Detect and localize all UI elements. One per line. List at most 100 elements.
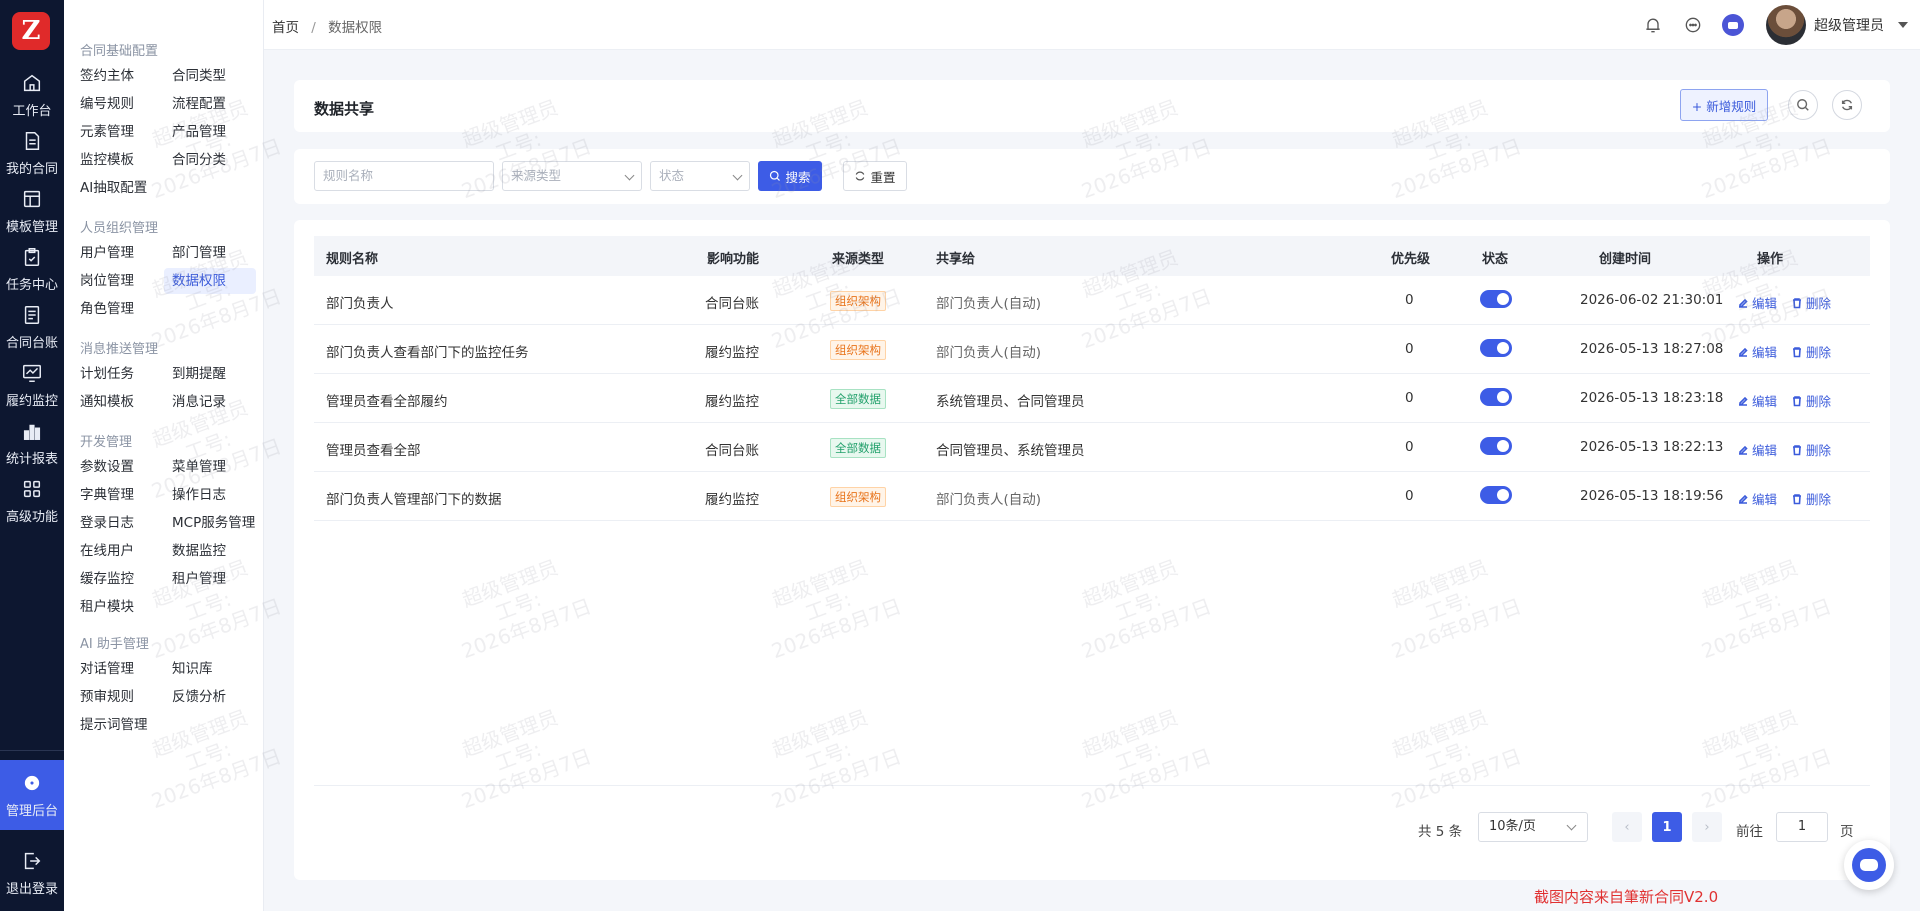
grid-icon — [23, 480, 41, 497]
chevron-down-icon — [624, 170, 635, 181]
trash-icon — [1793, 444, 1801, 455]
ledger-icon — [24, 305, 40, 324]
rail-item-templates[interactable]: 模板管理 — [0, 178, 64, 244]
avatar[interactable] — [1766, 5, 1806, 45]
rail-item-logout[interactable]: 退出登录 — [0, 840, 64, 906]
source-type-select[interactable]: 来源类型 — [502, 161, 642, 191]
search-button[interactable]: 搜索 — [758, 161, 822, 191]
delete-button[interactable]: 删除 — [1791, 440, 1831, 459]
reset-button[interactable]: 重置 — [843, 161, 907, 191]
chevron-down-icon[interactable] — [1898, 22, 1908, 28]
status-toggle[interactable] — [1480, 388, 1512, 406]
menu-item-login-log[interactable]: 登录日志 — [80, 510, 134, 536]
edit-button[interactable]: 编辑 — [1737, 293, 1777, 312]
app-logo[interactable]: Z — [12, 12, 50, 50]
status-select[interactable]: 状态 — [650, 161, 750, 191]
menu-item-tenant-mgmt[interactable]: 租户管理 — [172, 566, 226, 592]
menu-item-post-mgmt[interactable]: 岗位管理 — [80, 268, 134, 294]
source-tag: 组织架构 — [830, 291, 886, 311]
rail-item-workbench[interactable]: 工作台 — [0, 62, 64, 128]
chevron-down-icon — [1566, 820, 1577, 831]
user-name[interactable]: 超级管理员 — [1814, 15, 1884, 35]
table-row: 部门负责人管理部门下的数据 履约监控 组织架构 部门负责人(自动) 0 2026… — [314, 472, 1870, 521]
menu-item-contract-type[interactable]: 合同类型 — [172, 63, 226, 89]
menu-item-mcp-service[interactable]: MCP服务管理 — [172, 510, 255, 536]
menu-item-dict-mgmt[interactable]: 字典管理 — [80, 482, 134, 508]
add-rule-button[interactable]: + 新增规则 — [1680, 89, 1768, 121]
menu-item-prompt-mgmt[interactable]: 提示词管理 — [80, 712, 148, 738]
refresh-button[interactable] — [1832, 90, 1862, 120]
share-cell: 系统管理员、合同管理员 — [936, 394, 1085, 410]
breadcrumb-home[interactable]: 首页 — [272, 20, 299, 36]
status-toggle[interactable] — [1480, 437, 1512, 455]
menu-item-ai-extract-config[interactable]: AI抽取配置 — [80, 175, 147, 201]
menu-item-user-mgmt[interactable]: 用户管理 — [80, 240, 134, 266]
rail-item-ledger[interactable]: 合同台账 — [0, 294, 64, 360]
delete-button[interactable]: 删除 — [1791, 391, 1831, 410]
settings-submenu: 合同基础配置 签约主体 合同类型 编号规则 流程配置 元素管理 产品管理 监控模… — [64, 0, 264, 911]
message-button[interactable] — [1682, 14, 1704, 36]
menu-item-online-users[interactable]: 在线用户 — [80, 538, 134, 564]
notification-button[interactable] — [1642, 14, 1664, 36]
rail-item-performance-monitor[interactable]: 履约监控 — [0, 352, 64, 418]
priority-cell: 0 — [1405, 292, 1414, 308]
filter-card: 规则名称 来源类型 状态 搜索 重置 — [294, 149, 1890, 204]
status-placeholder: 状态 — [659, 168, 685, 183]
prev-page-button[interactable]: ‹ — [1612, 812, 1642, 842]
rule-name-cell: 部门负责人查看部门下的监控任务 — [326, 345, 529, 361]
top-actions: 超级管理员 — [1642, 0, 1920, 50]
bar-chart-icon — [23, 424, 41, 440]
delete-button[interactable]: 删除 — [1791, 342, 1831, 361]
page-size-select[interactable]: 10条/页 — [1478, 812, 1588, 842]
menu-item-cache-monitor[interactable]: 缓存监控 — [80, 566, 134, 592]
menu-item-data-permission[interactable]: 数据权限 — [164, 268, 256, 294]
delete-button[interactable]: 删除 — [1791, 293, 1831, 312]
menu-item-dept-mgmt[interactable]: 部门管理 — [172, 240, 226, 266]
breadcrumb-current: 数据权限 — [328, 20, 383, 36]
delete-button[interactable]: 删除 — [1791, 489, 1831, 508]
ai-assistant-button[interactable] — [1722, 14, 1744, 36]
rail-item-reports[interactable]: 统计报表 — [0, 410, 64, 476]
rail-item-my-contracts[interactable]: 我的合同 — [0, 120, 64, 186]
priority-cell: 0 — [1405, 439, 1414, 455]
menu-item-operation-log[interactable]: 操作日志 — [172, 482, 226, 508]
menu-item-role-mgmt[interactable]: 角色管理 — [80, 296, 134, 322]
status-toggle[interactable] — [1480, 290, 1512, 308]
menu-item-message-record[interactable]: 消息记录 — [172, 389, 226, 415]
menu-item-signing-entity[interactable]: 签约主体 — [80, 63, 134, 89]
menu-item-dialog-mgmt[interactable]: 对话管理 — [80, 656, 134, 682]
status-toggle[interactable] — [1480, 339, 1512, 357]
toggle-search-button[interactable] — [1788, 90, 1818, 120]
menu-item-product-mgmt[interactable]: 产品管理 — [172, 119, 226, 145]
edit-button[interactable]: 编辑 — [1737, 489, 1777, 508]
menu-item-notify-template[interactable]: 通知模板 — [80, 389, 134, 415]
goto-page-input[interactable]: 1 — [1776, 812, 1828, 842]
ai-assistant-float-button[interactable] — [1844, 840, 1894, 890]
menu-item-param-settings[interactable]: 参数设置 — [80, 454, 134, 480]
group-title-contract-config: 合同基础配置 — [80, 44, 159, 59]
menu-item-expiry-reminder[interactable]: 到期提醒 — [172, 361, 226, 387]
page-number-button[interactable]: 1 — [1652, 812, 1682, 842]
menu-item-process-config[interactable]: 流程配置 — [172, 91, 226, 117]
menu-item-tenant-module[interactable]: 租户模块 — [80, 594, 134, 620]
menu-item-feedback-analysis[interactable]: 反馈分析 — [172, 684, 226, 710]
menu-item-monitor-template[interactable]: 监控模板 — [80, 147, 134, 173]
status-toggle[interactable] — [1480, 486, 1512, 504]
rail-item-admin[interactable]: 管理后台 — [0, 760, 64, 830]
next-page-button[interactable]: › — [1692, 812, 1722, 842]
edit-button[interactable]: 编辑 — [1737, 342, 1777, 361]
menu-item-menu-mgmt[interactable]: 菜单管理 — [172, 454, 226, 480]
edit-label: 编辑 — [1752, 492, 1778, 507]
menu-item-knowledge-base[interactable]: 知识库 — [172, 656, 213, 682]
rail-item-task-center[interactable]: 任务中心 — [0, 236, 64, 302]
menu-item-element-mgmt[interactable]: 元素管理 — [80, 119, 134, 145]
rail-item-advanced[interactable]: 高级功能 — [0, 468, 64, 534]
menu-item-contract-category[interactable]: 合同分类 — [172, 147, 226, 173]
menu-item-number-rule[interactable]: 编号规则 — [80, 91, 134, 117]
edit-button[interactable]: 编辑 — [1737, 440, 1777, 459]
menu-item-scheduled-task[interactable]: 计划任务 — [80, 361, 134, 387]
rule-name-input[interactable]: 规则名称 — [314, 161, 494, 191]
menu-item-data-monitor[interactable]: 数据监控 — [172, 538, 226, 564]
menu-item-pre-review-rules[interactable]: 预审规则 — [80, 684, 134, 710]
edit-button[interactable]: 编辑 — [1737, 391, 1777, 410]
